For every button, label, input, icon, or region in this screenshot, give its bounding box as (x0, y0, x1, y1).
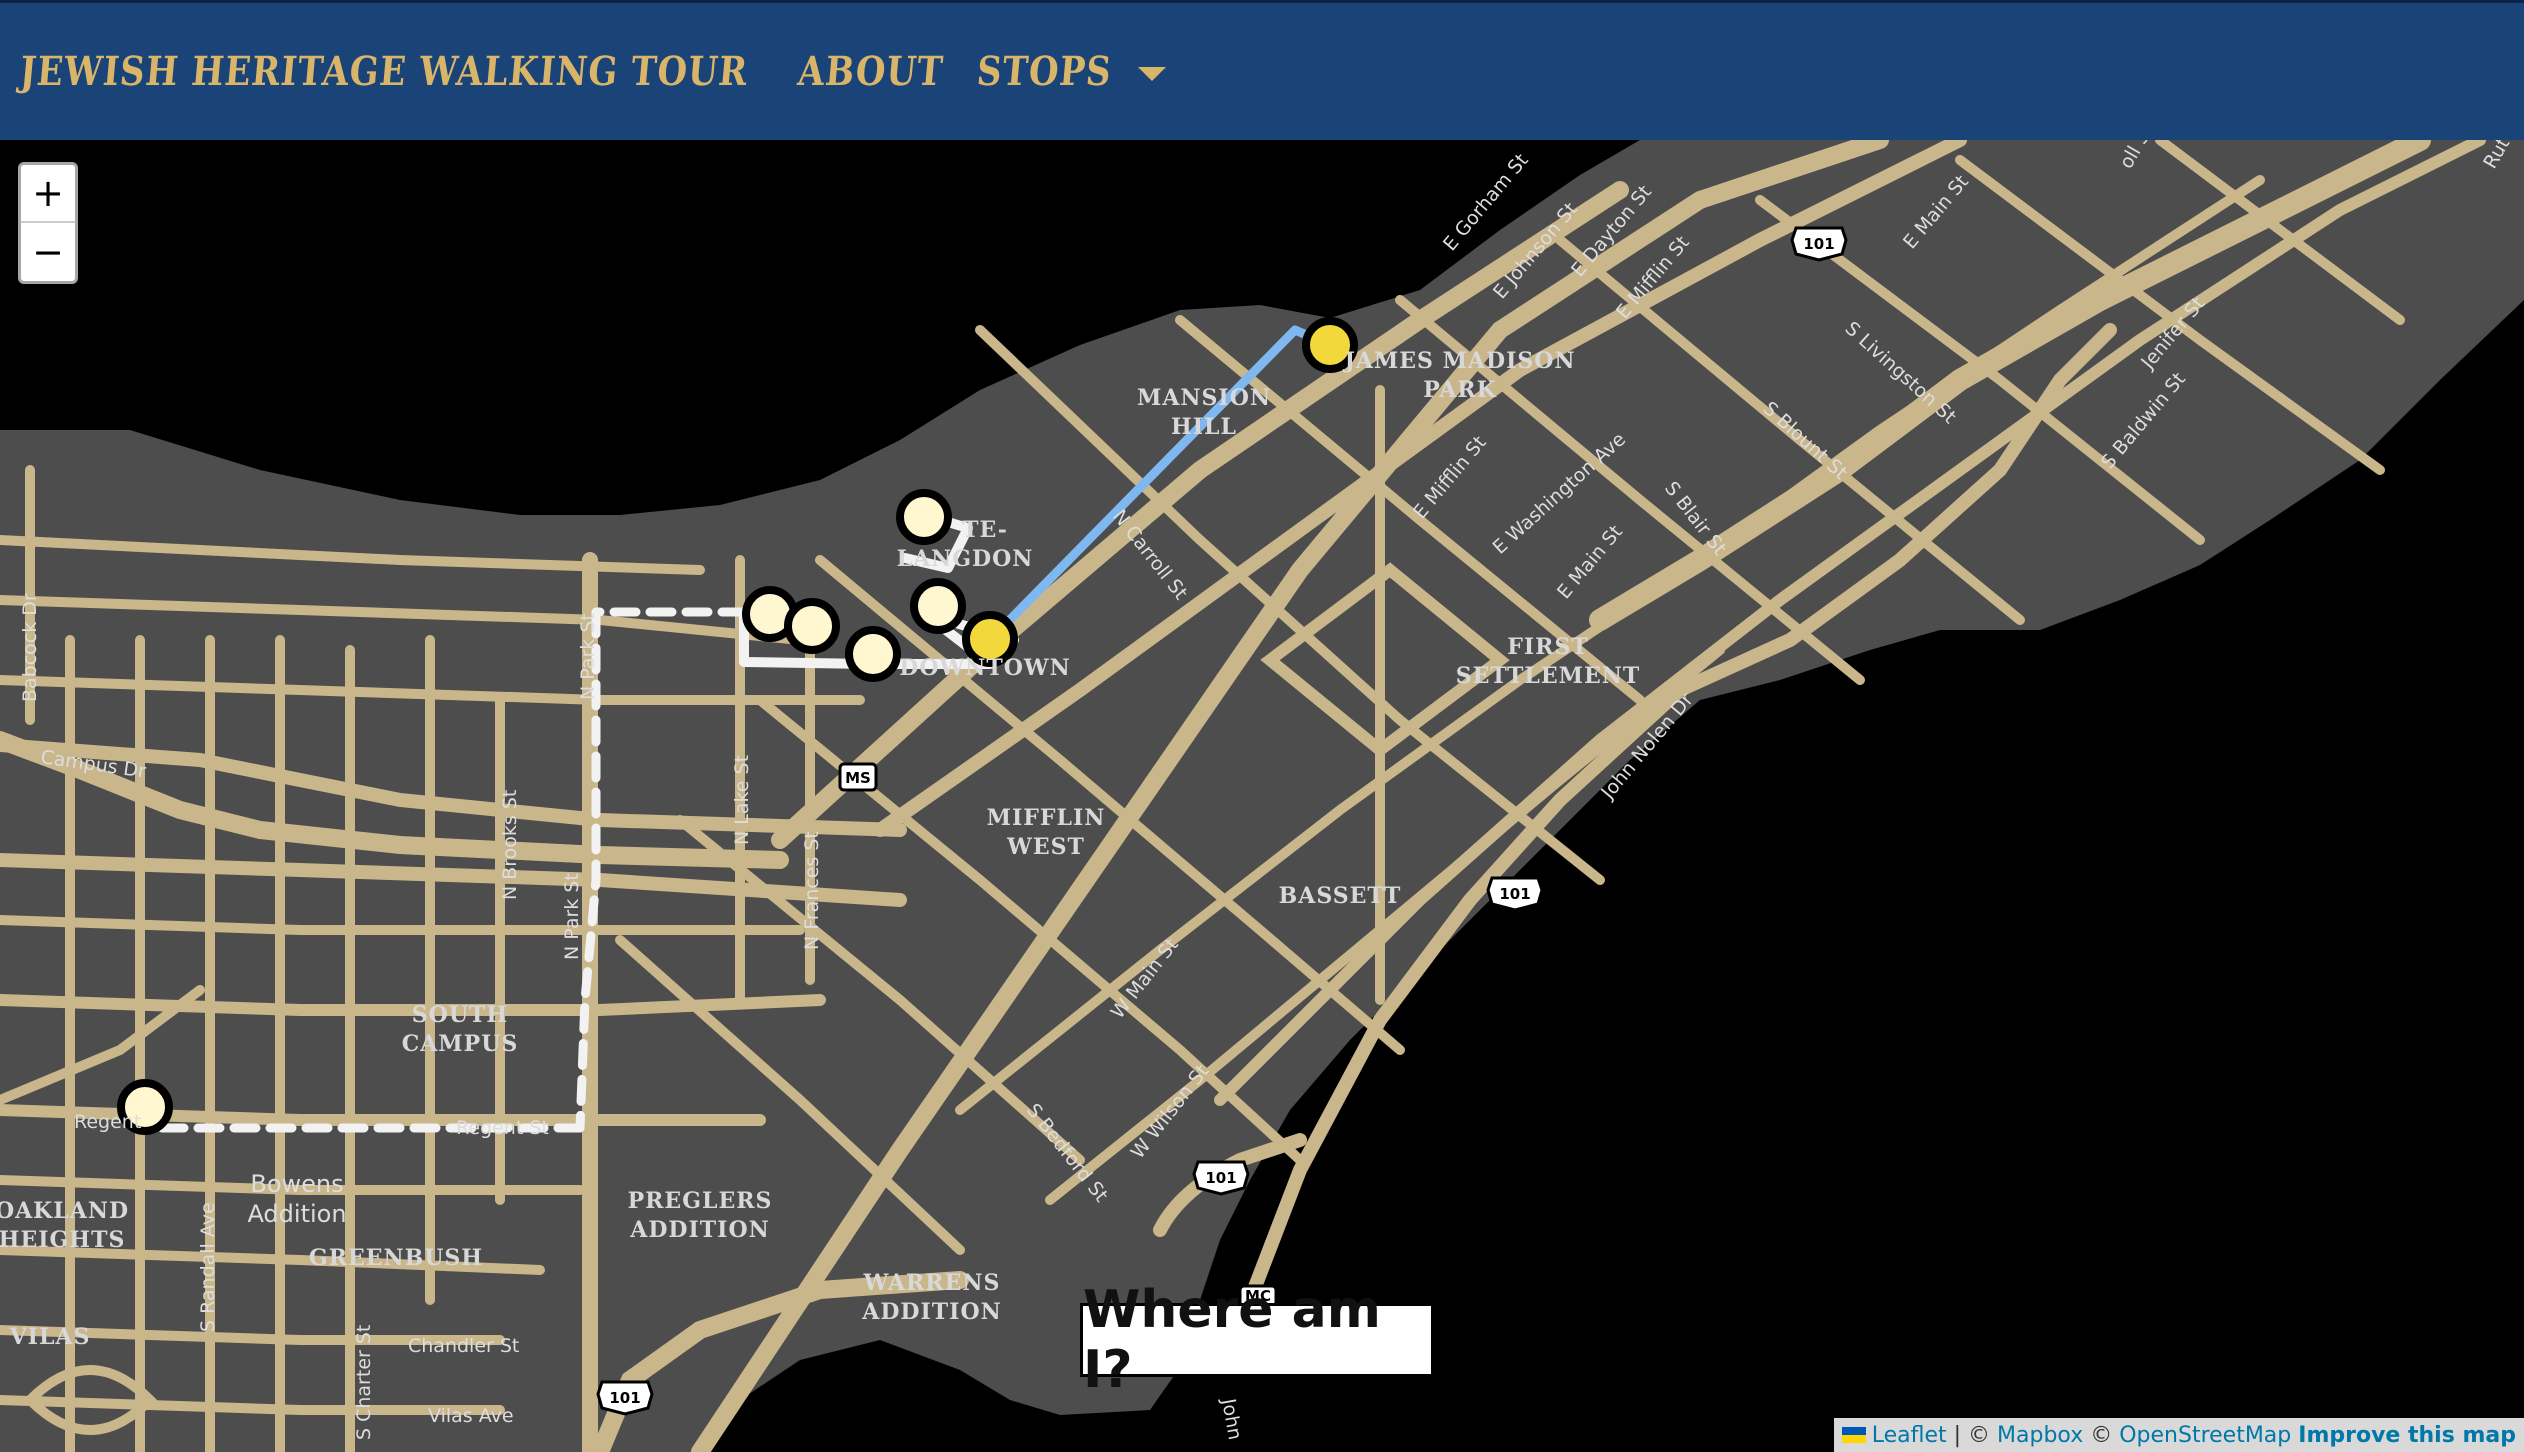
where-am-i-button[interactable]: Where am I? (1080, 1280, 1434, 1400)
label-mansion-hill: MANSION (1137, 385, 1271, 411)
label-preglers-addition: PREGLERS (628, 1188, 773, 1214)
label-bowens-addition: Addition (247, 1200, 346, 1228)
street-label: Vilas Ave (428, 1405, 514, 1427)
us-highway-shield: 101 (596, 1380, 654, 1416)
street-label: S Randall Ave (197, 1202, 219, 1332)
street-label: N Park St (561, 873, 583, 960)
label-first-settlement: SETTLEMENT (1456, 663, 1640, 689)
label-bowens-addition: Bowens (250, 1170, 343, 1198)
street-label: N Lake St (731, 755, 753, 845)
stop-marker-visited[interactable] (896, 489, 952, 545)
zoom-out-button[interactable]: − (21, 223, 75, 281)
nav-about[interactable]: About (796, 48, 946, 95)
svg-text:MS: MS (845, 769, 871, 787)
label-south-campus: SOUTH (412, 1002, 508, 1028)
street-label: Babcock Dr (19, 593, 41, 702)
label-mansion-hill: HILL (1171, 414, 1237, 440)
svg-text:101: 101 (609, 1389, 640, 1407)
street-label: N Brooks St (499, 790, 521, 900)
openstreetmap-link[interactable]: OpenStreetMap (2119, 1423, 2291, 1448)
street-label: S Charter St (353, 1325, 375, 1440)
label-first-settlement: FIRST (1507, 634, 1588, 660)
stop-marker-visited[interactable] (910, 578, 966, 634)
label-mifflin-west: MIFFLIN (987, 805, 1106, 831)
label-greenbush: GREENBUSH (309, 1245, 483, 1271)
label-vilas: VILAS (9, 1324, 91, 1350)
zoom-in-button[interactable]: + (21, 165, 75, 223)
map[interactable]: JAMES MADISON PARK MANSION HILL TE- LANG… (0, 140, 2524, 1452)
street-label: Regent St (456, 1117, 549, 1139)
label-preglers-addition: ADDITION (629, 1217, 769, 1243)
stop-marker-visited[interactable] (784, 598, 840, 654)
mapbox-link[interactable]: Mapbox (1997, 1423, 2083, 1448)
street-label: N Frances St (801, 831, 823, 950)
attribution-spacer (2291, 1423, 2298, 1448)
us-highway-shield: 101 (1192, 1160, 1250, 1196)
ukraine-flag-icon (1841, 1427, 1866, 1443)
navbar: Jewish Heritage Walking Tour About Stops (0, 0, 2524, 140)
label-warrens-addition: ADDITION (861, 1299, 1001, 1325)
state-route-shield: MS (838, 762, 878, 792)
nav-stops-label: Stops (975, 47, 1114, 96)
svg-text:101: 101 (1499, 885, 1530, 903)
label-oakland-heights: OAKLAND (0, 1198, 129, 1224)
attribution-separator: © (2083, 1422, 2120, 1448)
label-south-campus: CAMPUS (402, 1031, 519, 1057)
stop-marker-visited[interactable] (845, 626, 901, 682)
zoom-control: + − (18, 162, 78, 284)
map-attribution: Leaflet | © Mapbox © OpenStreetMap Impro… (1833, 1418, 2524, 1452)
label-bassett: BASSETT (1279, 883, 1402, 909)
street-label: Chandler St (408, 1335, 519, 1357)
label-langdon: TE- (962, 517, 1008, 543)
street-label: Regent (74, 1111, 141, 1133)
chevron-down-icon (1137, 66, 1166, 81)
label-oakland-heights: HEIGHTS (0, 1227, 125, 1253)
attribution-separator: | © (1946, 1422, 1998, 1448)
label-downtown: DOWNTOWN (899, 655, 1070, 681)
label-warrens-addition: WARRENS (863, 1270, 1001, 1296)
label-james-madison-park: JAMES MADISON (1342, 348, 1575, 374)
map-canvas[interactable]: JAMES MADISON PARK MANSION HILL TE- LANG… (0, 140, 2524, 1452)
label-james-madison-park: PARK (1423, 377, 1496, 403)
improve-map-link[interactable]: Improve this map (2298, 1423, 2516, 1448)
svg-text:101: 101 (1803, 235, 1834, 253)
label-langdon: LANGDON (897, 546, 1034, 572)
site-title[interactable]: Jewish Heritage Walking Tour (18, 48, 750, 95)
us-highway-shield: 101 (1486, 876, 1544, 912)
svg-text:101: 101 (1205, 1169, 1236, 1187)
leaflet-link[interactable]: Leaflet (1872, 1423, 1947, 1448)
label-mifflin-west: WEST (1006, 834, 1085, 860)
us-highway-shield: 101 (1790, 226, 1848, 262)
nav-stops-dropdown[interactable]: Stops (975, 48, 1166, 95)
street-label: N Park St (577, 613, 599, 700)
